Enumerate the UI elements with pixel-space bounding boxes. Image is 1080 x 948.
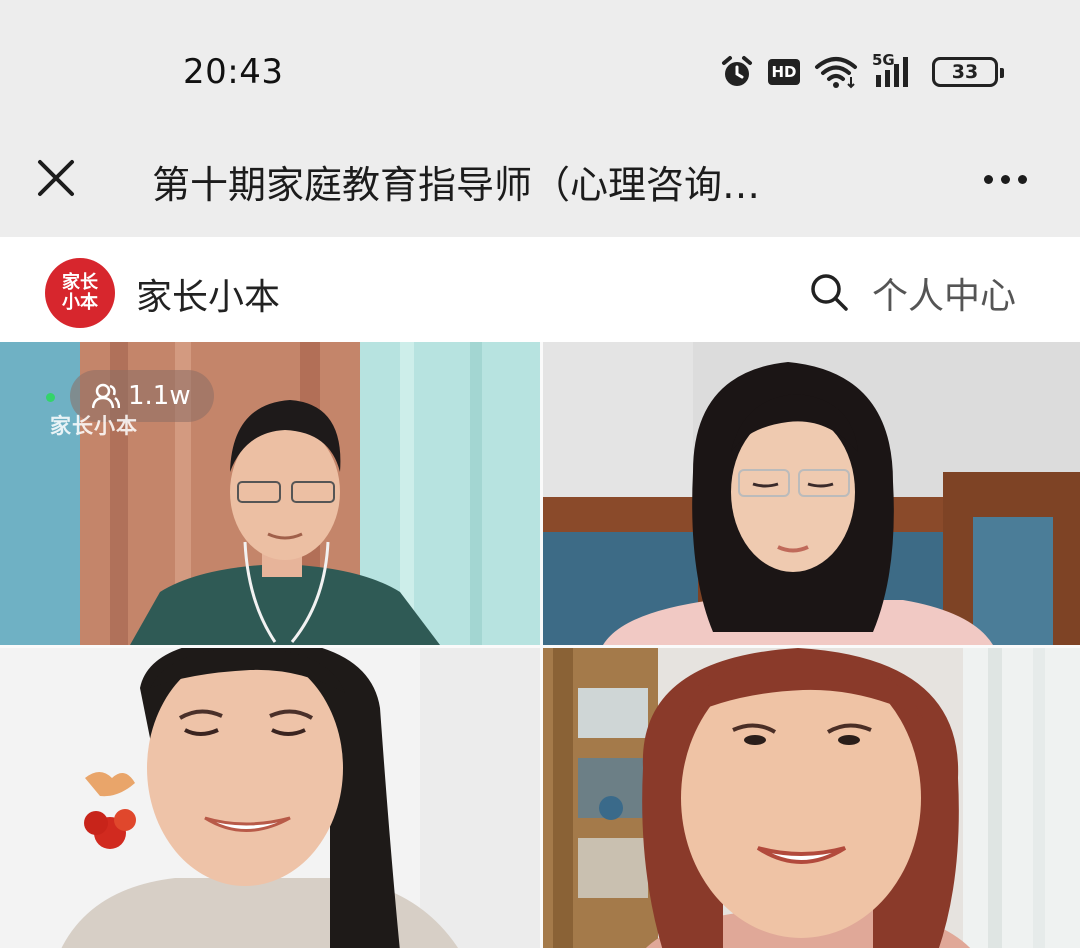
video-grid: 1.1w 家长小本: [0, 342, 1080, 948]
viewer-count: 1.1w: [128, 381, 191, 411]
video-tile-participant-2[interactable]: [543, 342, 1080, 645]
more-icon: [983, 174, 993, 184]
brand-name[interactable]: 家长小本: [136, 268, 280, 320]
live-indicator: [46, 393, 55, 402]
page-title: 第十期家庭教育指导师（心理咨询…: [152, 163, 761, 207]
close-icon: [38, 160, 74, 196]
participant-video: [0, 648, 540, 948]
status-time: 20:43: [183, 52, 284, 92]
logo-line-2: 小本: [62, 292, 98, 313]
app-header: 家长 小本 家长小本 个人中心: [0, 237, 1080, 342]
brand-logo[interactable]: 家长 小本: [45, 258, 115, 328]
people-icon: [92, 383, 120, 409]
video-tile-participant-3[interactable]: [0, 648, 540, 948]
signal-icon: 5G: [872, 51, 918, 89]
participant-video: [543, 648, 1080, 948]
close-button[interactable]: [28, 150, 84, 206]
search-icon[interactable]: [808, 271, 850, 313]
video-tile-participant-4[interactable]: [543, 648, 1080, 948]
alarm-icon: [722, 56, 752, 86]
more-button[interactable]: [970, 154, 1040, 204]
status-bar: 20:43 HD 5G 33: [0, 0, 1080, 130]
logo-line-1: 家长: [62, 272, 98, 293]
status-icons: HD 5G 33: [720, 51, 1004, 92]
personal-center-link[interactable]: 个人中心: [872, 267, 1016, 319]
wifi-icon: [815, 57, 857, 89]
hd-icon: HD: [768, 59, 800, 85]
watermark: 家长小本: [50, 414, 138, 438]
video-tile-host[interactable]: 1.1w 家长小本: [0, 342, 540, 645]
title-bar: 第十期家庭教育指导师（心理咨询…: [0, 130, 1080, 237]
battery-icon: 33: [932, 57, 1004, 87]
participant-video: [543, 342, 1080, 645]
